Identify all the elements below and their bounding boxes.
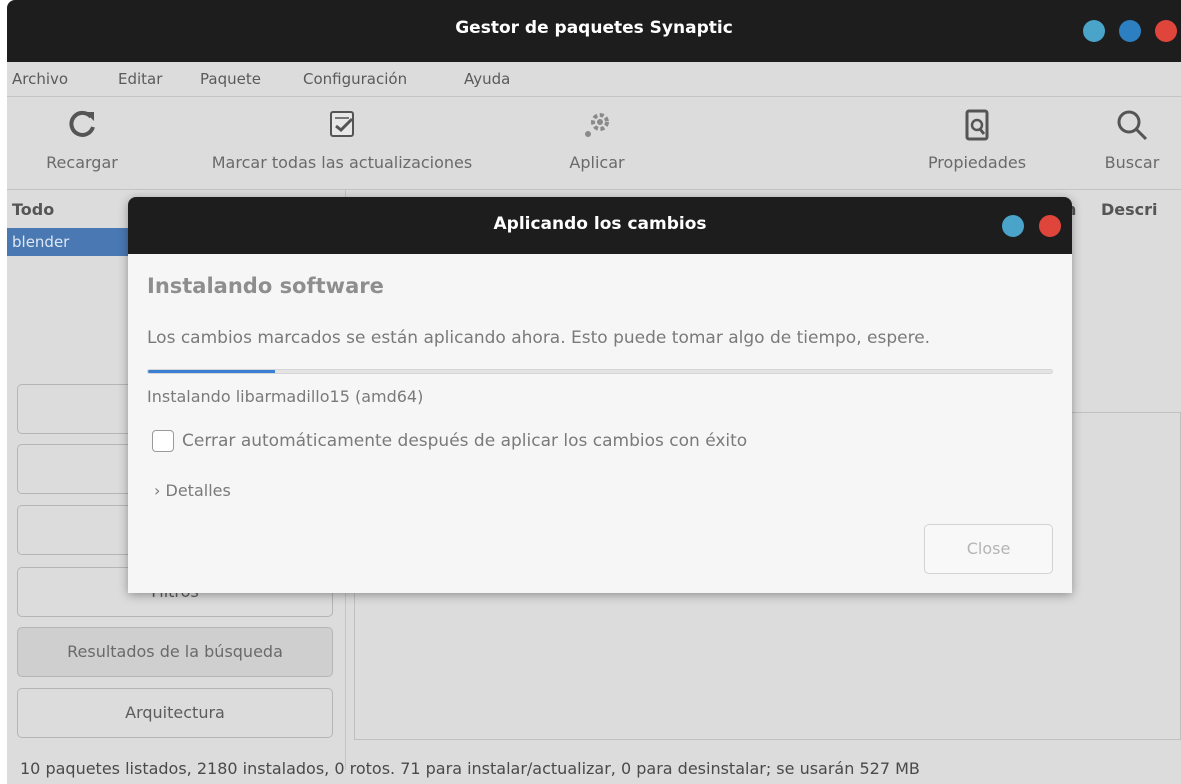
menu-paquete[interactable]: Paquete [200, 70, 261, 88]
progress-fill [148, 370, 275, 373]
properties-label: Propiedades [927, 153, 1027, 172]
sidebar-button-search-results[interactable]: Resultados de la búsqueda [17, 627, 333, 677]
menubar: Archivo Editar Paquete Configuración Ayu… [7, 62, 1181, 96]
search-icon [1117, 110, 1148, 141]
menu-configuracion[interactable]: Configuración [303, 70, 407, 88]
search-button[interactable]: Buscar [1087, 97, 1177, 189]
close-window-button[interactable] [1155, 20, 1177, 42]
dialog-close-button[interactable] [1039, 215, 1061, 237]
apply-button[interactable]: Aplicar [547, 97, 647, 189]
properties-icon [965, 109, 989, 141]
filter-item-selected[interactable]: blender [7, 228, 129, 256]
progress-bar [147, 369, 1053, 374]
toolbar: Recargar Marcar todas las actualizacione… [7, 97, 1181, 189]
status-bar: 10 paquetes listados, 2180 instalados, 0… [20, 759, 920, 778]
properties-button[interactable]: Propiedades [912, 97, 1042, 189]
chevron-right-icon: › [154, 481, 161, 500]
maximize-button[interactable] [1119, 20, 1141, 42]
menu-editar[interactable]: Editar [118, 70, 162, 88]
reload-label: Recargar [46, 153, 118, 172]
menu-archivo[interactable]: Archivo [12, 70, 68, 88]
reload-button[interactable]: Recargar [32, 97, 132, 189]
sidebar-button-architecture[interactable]: Arquitectura [17, 688, 333, 738]
gear-icon [585, 113, 609, 137]
apply-changes-dialog: Aplicando los cambios Instalando softwar… [128, 197, 1072, 593]
column-header-description[interactable]: Descri [1101, 200, 1158, 219]
menu-ayuda[interactable]: Ayuda [464, 70, 510, 88]
window-title: Gestor de paquetes Synaptic [455, 18, 733, 38]
mark-all-upgrades-button[interactable]: Marcar todas las actualizaciones [177, 97, 507, 189]
auto-close-label[interactable]: Cerrar automáticamente después de aplica… [182, 431, 747, 451]
dialog-titlebar: Aplicando los cambios [128, 197, 1072, 254]
mark-upgrades-icon [330, 111, 354, 137]
close-button[interactable]: Close [924, 524, 1053, 574]
details-label: Detalles [165, 481, 231, 500]
toolbar-separator [7, 189, 1181, 190]
auto-close-option[interactable]: Cerrar automáticamente después de aplica… [152, 430, 747, 452]
apply-label: Aplicar [569, 153, 625, 172]
dialog-minimize-button[interactable] [1002, 215, 1024, 237]
details-expander[interactable]: › Detalles [154, 481, 231, 500]
dialog-title: Aplicando los cambios [493, 214, 707, 234]
minimize-button[interactable] [1083, 20, 1105, 42]
search-label: Buscar [1104, 153, 1160, 172]
auto-close-checkbox[interactable] [152, 430, 174, 452]
reload-icon [69, 110, 95, 137]
dialog-message: Los cambios marcados se están aplicando … [147, 328, 931, 348]
progress-status-text: Instalando libarmadillo15 (amd64) [147, 387, 424, 406]
filter-header[interactable]: Todo [12, 200, 54, 219]
main-titlebar: Gestor de paquetes Synaptic [7, 0, 1181, 62]
mark-all-label: Marcar todas las actualizaciones [211, 153, 473, 172]
dialog-heading: Instalando software [147, 274, 384, 298]
